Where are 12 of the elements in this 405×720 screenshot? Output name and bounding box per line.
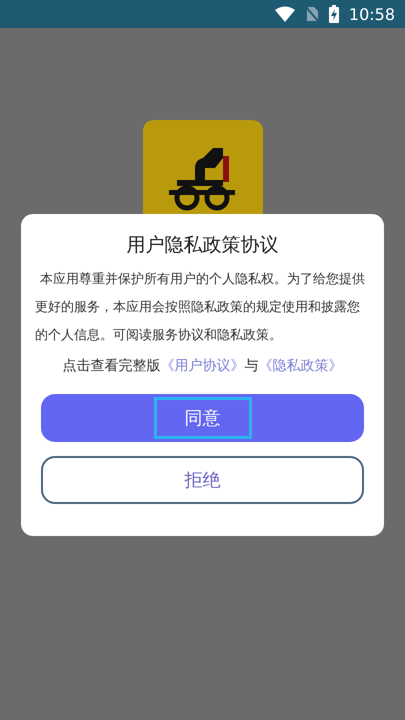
agreement-link[interactable]: 《用户协议》 — [160, 358, 244, 374]
status-time: 10:58 — [348, 4, 395, 24]
dialog-title: 用户隐私政策协议 — [126, 233, 280, 258]
decline-button[interactable]: 拒绝 — [41, 456, 364, 504]
agreement-notice: 点击查看完整版《用户协议》与《隐私政策》 — [62, 357, 344, 376]
battery-charging-icon — [328, 5, 339, 23]
agree-button[interactable]: 同意 — [41, 394, 364, 442]
no-sim-icon — [304, 6, 319, 22]
dialog-message: 本应用尊重并保护所有用户的个人隐私权。为了给您提供更好的服务，本应用会按照隐私政策的规定使用和披露您的个人信息。可阅读服务协议和隐私政策。 — [35, 271, 366, 345]
app-logo-icon — [142, 120, 262, 214]
agreement-link[interactable]: 《隐私政策》 — [258, 358, 342, 374]
wifi-icon — [274, 6, 295, 22]
